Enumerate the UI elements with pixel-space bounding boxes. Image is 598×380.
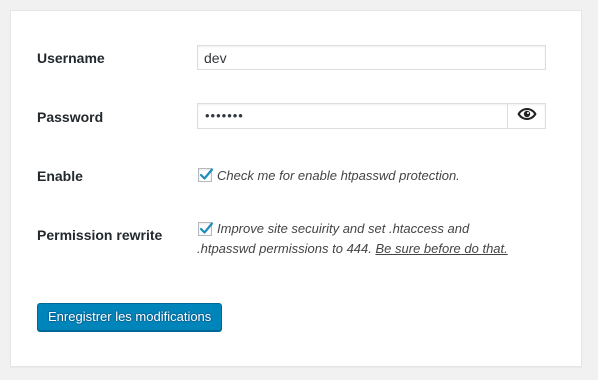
permission-rewrite-description-line2: .htpasswd permissions to 444. Be sure be… bbox=[197, 239, 508, 259]
password-label: Password bbox=[37, 109, 104, 125]
permission-rewrite-warning: Be sure before do that. bbox=[375, 241, 508, 256]
password-field[interactable]: ••••••• bbox=[197, 103, 546, 129]
enable-description: Check me for enable htpasswd protection. bbox=[217, 168, 460, 183]
permission-rewrite-checkbox[interactable] bbox=[198, 222, 214, 236]
username-label: Username bbox=[37, 50, 105, 66]
settings-panel: Username Password ••••••• Enable Check m… bbox=[10, 10, 582, 367]
enable-label: Enable bbox=[37, 168, 83, 184]
permission-rewrite-description-line1: Improve site secuirity and set .htaccess… bbox=[217, 221, 470, 236]
eye-icon bbox=[517, 107, 537, 126]
password-value: ••••••• bbox=[205, 108, 244, 123]
permission-rewrite-description-prefix: .htpasswd permissions to 444. bbox=[197, 241, 372, 256]
checkmark-icon bbox=[199, 222, 214, 234]
permission-rewrite-label: Permission rewrite bbox=[37, 227, 163, 243]
username-input[interactable] bbox=[197, 45, 546, 70]
show-password-button[interactable] bbox=[507, 104, 545, 128]
enable-checkbox[interactable] bbox=[198, 168, 214, 182]
checkmark-icon bbox=[199, 168, 214, 180]
save-changes-button[interactable]: Enregistrer les modifications bbox=[37, 303, 223, 331]
